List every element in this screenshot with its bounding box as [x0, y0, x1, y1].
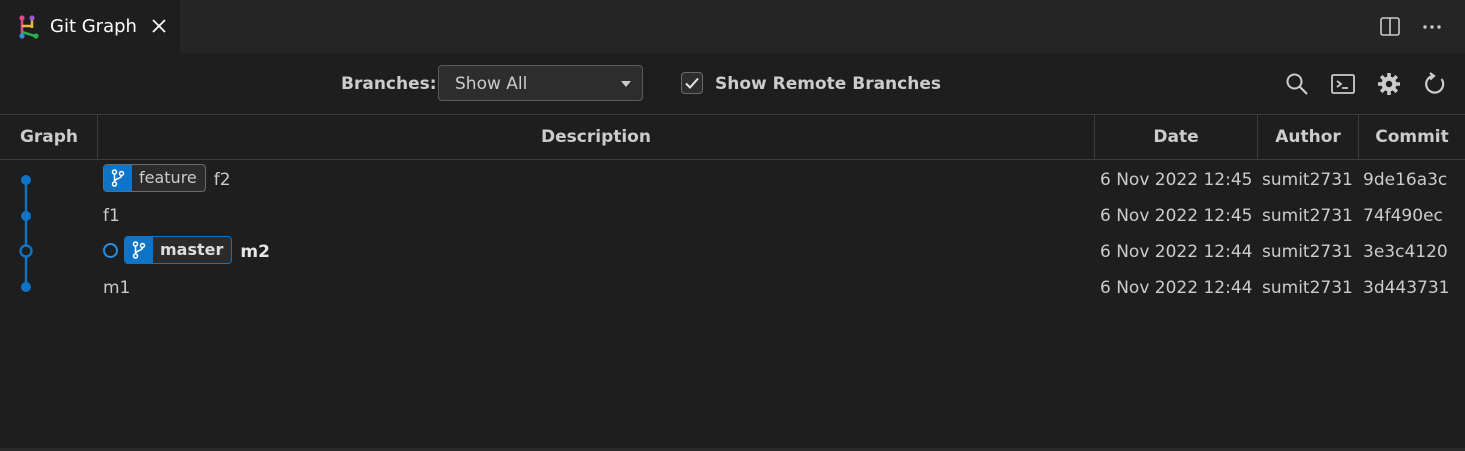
terminal-icon[interactable]	[1330, 71, 1356, 97]
chevron-down-icon	[621, 81, 631, 87]
branch-ref-master[interactable]: master	[124, 236, 233, 264]
column-header-commit[interactable]: Commit	[1358, 115, 1465, 159]
branch-ref-feature[interactable]: feature	[103, 164, 206, 192]
show-remote-branches-label[interactable]: Show Remote Branches	[715, 74, 941, 94]
gear-icon[interactable]	[1376, 71, 1402, 97]
table-row[interactable]: f1 6 Nov 2022 12:45 sumit2731 74f490ec	[0, 198, 1465, 234]
commit-hash-cell: 3e3c4120	[1363, 242, 1448, 262]
split-editor-icon[interactable]	[1379, 14, 1401, 38]
branch-ref-label: feature	[139, 168, 197, 187]
git-graph-icon	[19, 15, 39, 39]
branches-dropdown[interactable]: Show All	[438, 65, 643, 101]
column-header-date[interactable]: Date	[1094, 115, 1257, 159]
commit-message: f1	[103, 206, 120, 226]
branches-dropdown-value: Show All	[455, 74, 528, 94]
close-icon[interactable]	[150, 17, 168, 35]
date-cell: 6 Nov 2022 12:44	[1100, 242, 1253, 262]
table-row[interactable]: master m2 6 Nov 2022 12:44 sumit2731 3e3…	[0, 234, 1465, 270]
git-graph-window: Git Graph Branches: Show All Show Remote…	[0, 0, 1465, 451]
column-header-author[interactable]: Author	[1257, 115, 1358, 159]
author-cell: sumit2731	[1262, 206, 1353, 226]
checkmark-icon	[685, 77, 699, 89]
head-indicator-icon	[103, 242, 118, 258]
description-cell: m1	[103, 270, 130, 306]
table-header: Graph Description Date Author Commit	[0, 114, 1465, 160]
tab-actions	[1379, 14, 1443, 38]
tab-title: Git Graph	[50, 16, 137, 37]
date-cell: 6 Nov 2022 12:45	[1100, 170, 1253, 190]
commit-hash-cell: 74f490ec	[1363, 206, 1443, 226]
author-cell: sumit2731	[1262, 242, 1353, 262]
controls-bar: Branches: Show All Show Remote Branches	[0, 53, 1465, 114]
tab-bar: Git Graph	[0, 0, 1465, 53]
branch-ref-label: master	[160, 240, 224, 259]
commit-message: m1	[103, 278, 131, 298]
commit-table: Graph Description Date Author Commit fea…	[0, 114, 1465, 451]
commit-hash-cell: 3d443731	[1363, 278, 1450, 298]
branch-icon	[104, 165, 132, 191]
refresh-icon[interactable]	[1422, 71, 1448, 97]
date-cell: 6 Nov 2022 12:45	[1100, 206, 1253, 226]
column-header-description[interactable]: Description	[97, 115, 1094, 159]
show-remote-branches-checkbox[interactable]	[681, 72, 703, 94]
tab-git-graph[interactable]: Git Graph	[0, 0, 180, 53]
commit-hash-cell: 9de16a3c	[1363, 170, 1448, 190]
commit-message: f2	[213, 170, 231, 190]
commit-message: m2	[240, 242, 270, 262]
author-cell: sumit2731	[1262, 170, 1353, 190]
commit-list: feature f2 6 Nov 2022 12:45 sumit2731 9d…	[0, 160, 1465, 448]
more-actions-icon[interactable]	[1421, 14, 1443, 38]
table-row[interactable]: m1 6 Nov 2022 12:44 sumit2731 3d443731	[0, 270, 1465, 306]
description-cell: master m2	[103, 234, 270, 270]
search-icon[interactable]	[1284, 71, 1310, 97]
control-icons	[1284, 71, 1448, 97]
description-cell: f1	[103, 198, 120, 234]
description-cell: feature f2	[103, 162, 231, 198]
column-header-graph[interactable]: Graph	[0, 115, 98, 159]
date-cell: 6 Nov 2022 12:44	[1100, 278, 1253, 298]
table-row[interactable]: feature f2 6 Nov 2022 12:45 sumit2731 9d…	[0, 162, 1465, 198]
branch-icon	[125, 237, 153, 263]
author-cell: sumit2731	[1262, 278, 1353, 298]
branches-label: Branches:	[341, 74, 437, 94]
